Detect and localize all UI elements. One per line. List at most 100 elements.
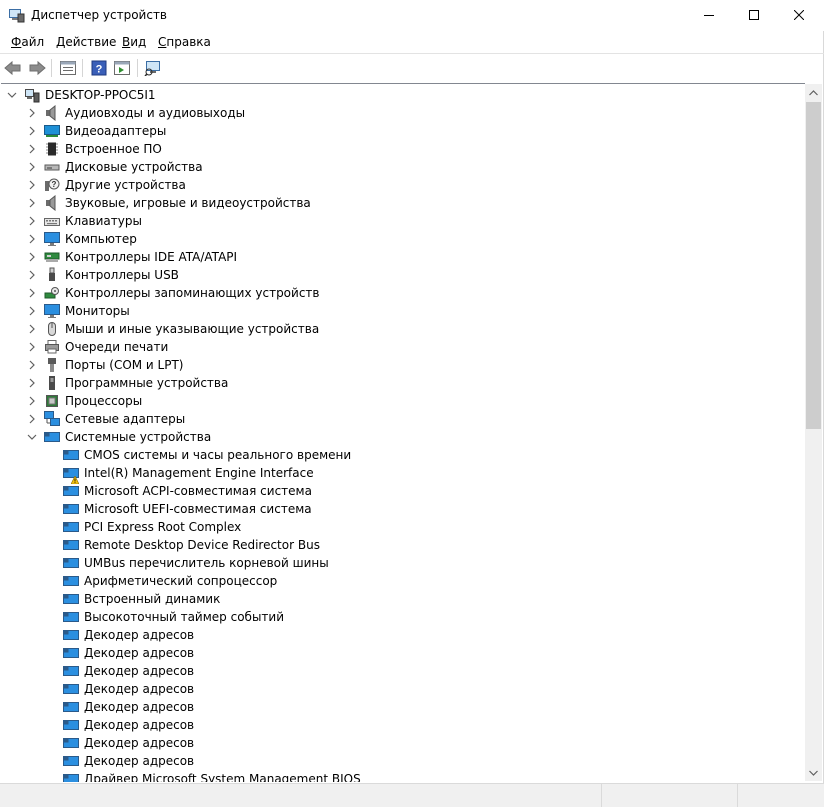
minimize-button[interactable]	[686, 0, 732, 30]
chevron-right-icon[interactable]	[27, 413, 37, 425]
tree-category[interactable]: Сетевые адаптеры	[1, 410, 801, 428]
tree-device[interactable]: Декодер адресов	[1, 734, 801, 752]
tree-category[interactable]: Программные устройства	[1, 374, 801, 392]
chevron-right-icon[interactable]	[27, 269, 37, 281]
disk-drive-icon	[44, 159, 60, 175]
system-device-icon	[63, 609, 79, 625]
maximize-button[interactable]	[731, 0, 777, 30]
menu-file[interactable]: Файл	[11, 35, 44, 49]
tree-device[interactable]: Remote Desktop Device Redirector Bus	[1, 536, 801, 554]
update-driver-button[interactable]	[111, 57, 133, 79]
tree-item-label: Программные устройства	[65, 376, 229, 390]
chevron-right-icon[interactable]	[27, 233, 37, 245]
title-bar[interactable]: Диспетчер устройств	[0, 0, 824, 31]
tree-category[interactable]: Системные устройства	[1, 428, 801, 446]
tree-device[interactable]: Декодер адресов	[1, 644, 801, 662]
scroll-down-button[interactable]	[805, 764, 822, 781]
tree-item-label: Декодер адресов	[84, 700, 195, 714]
chevron-right-icon[interactable]	[27, 197, 37, 209]
system-device-icon	[63, 681, 79, 697]
menu-view[interactable]: Вид	[122, 35, 146, 49]
menu-action[interactable]: Действие	[56, 35, 116, 49]
chevron-down-icon[interactable]	[27, 431, 37, 443]
chevron-right-icon[interactable]	[27, 143, 37, 155]
tree-category[interactable]: Контроллеры IDE ATA/ATAPI	[1, 248, 801, 266]
tree-category[interactable]: Мыши и иные указывающие устройства	[1, 320, 801, 338]
tree-device[interactable]: Декодер адресов	[1, 626, 801, 644]
tree-device[interactable]: UMBus перечислитель корневой шины	[1, 554, 801, 572]
close-icon	[794, 10, 804, 20]
tree-device[interactable]: Декодер адресов	[1, 680, 801, 698]
tree-category[interactable]: Клавиатуры	[1, 212, 801, 230]
tree-category[interactable]: Контроллеры запоминающих устройств	[1, 284, 801, 302]
tree-category[interactable]: Порты (COM и LPT)	[1, 356, 801, 374]
close-button[interactable]	[776, 0, 822, 30]
monitor-icon	[44, 231, 60, 247]
help-button[interactable]: ?	[88, 57, 110, 79]
scroll-up-button[interactable]	[805, 84, 822, 101]
device-tree[interactable]: DESKTOP-PPOC5I1 Аудиовходы и аудиовыходы В…	[1, 83, 805, 782]
tree-device[interactable]: Встроенный динамик	[1, 590, 801, 608]
menu-help[interactable]: Справка	[158, 35, 211, 49]
tree-item-label: Контроллеры запоминающих устройств	[65, 286, 320, 300]
tree-device[interactable]: Арифметический сопроцессор	[1, 572, 801, 590]
tree-category[interactable]: Мониторы	[1, 302, 801, 320]
tree-category[interactable]: Очереди печати	[1, 338, 801, 356]
tree-item-label: UMBus перечислитель корневой шины	[84, 556, 329, 570]
chevron-right-icon[interactable]	[27, 395, 37, 407]
ide-controller-icon	[44, 249, 60, 265]
system-device-icon	[63, 699, 79, 715]
tree-category[interactable]: Процессоры	[1, 392, 801, 410]
system-device-icon	[63, 591, 79, 607]
chevron-right-icon[interactable]	[27, 341, 37, 353]
chevron-right-icon[interactable]	[27, 125, 37, 137]
chevron-right-icon[interactable]	[27, 251, 37, 263]
forward-button[interactable]	[26, 57, 48, 79]
tree-category[interactable]: ? Другие устройства	[1, 176, 801, 194]
tree-category[interactable]: Звуковые, игровые и видеоустройства	[1, 194, 801, 212]
properties-button[interactable]	[57, 57, 79, 79]
tree-device[interactable]: Драйвер Microsoft System Management BIOS	[1, 770, 801, 782]
scroll-thumb[interactable]	[806, 102, 821, 429]
tree-item-label: Мониторы	[65, 304, 130, 318]
tree-item-label: Контроллеры USB	[65, 268, 179, 282]
mouse-icon	[44, 321, 60, 337]
chevron-right-icon[interactable]	[27, 215, 37, 227]
chevron-down-icon[interactable]	[7, 89, 17, 101]
chevron-right-icon[interactable]	[27, 359, 37, 371]
tree-device[interactable]: CMOS системы и часы реального времени	[1, 446, 801, 464]
tree-device[interactable]: Декодер адресов	[1, 698, 801, 716]
system-device-icon	[44, 429, 60, 445]
chevron-right-icon[interactable]	[27, 287, 37, 299]
vertical-scrollbar[interactable]	[805, 84, 822, 781]
tree-item-label: Remote Desktop Device Redirector Bus	[84, 538, 320, 552]
keyboard-icon	[44, 213, 60, 229]
scan-hardware-button[interactable]	[142, 57, 164, 79]
tree-category[interactable]: Контроллеры USB	[1, 266, 801, 284]
tree-category[interactable]: Дисковые устройства	[1, 158, 801, 176]
tree-device[interactable]: PCI Express Root Complex	[1, 518, 801, 536]
tree-device[interactable]: Декодер адресов	[1, 716, 801, 734]
chevron-right-icon[interactable]	[27, 305, 37, 317]
monitor-icon	[44, 303, 60, 319]
tree-root[interactable]: DESKTOP-PPOC5I1	[1, 86, 801, 104]
tree-category[interactable]: Встроенное ПО	[1, 140, 801, 158]
tree-category[interactable]: Аудиовходы и аудиовыходы	[1, 104, 801, 122]
tree-category[interactable]: Видеоадаптеры	[1, 122, 801, 140]
tree-device[interactable]: Декодер адресов	[1, 752, 801, 770]
tree-item-label: Клавиатуры	[65, 214, 142, 228]
tree-category[interactable]: Компьютер	[1, 230, 801, 248]
tree-device[interactable]: Высокоточный таймер событий	[1, 608, 801, 626]
tree-device[interactable]: Декодер адресов	[1, 662, 801, 680]
chevron-right-icon[interactable]	[27, 107, 37, 119]
back-button[interactable]	[2, 57, 24, 79]
chevron-right-icon[interactable]	[27, 377, 37, 389]
svg-text:?: ?	[96, 64, 103, 76]
tree-item-label: Драйвер Microsoft System Management BIOS	[84, 772, 361, 782]
chevron-right-icon[interactable]	[27, 323, 37, 335]
tree-device[interactable]: Intel(R) Management Engine Interface	[1, 464, 801, 485]
tree-device[interactable]: Microsoft ACPI-совместимая система	[1, 482, 801, 500]
chevron-right-icon[interactable]	[27, 161, 37, 173]
chevron-right-icon[interactable]	[27, 179, 37, 191]
tree-device[interactable]: Microsoft UEFI-совместимая система	[1, 500, 801, 518]
